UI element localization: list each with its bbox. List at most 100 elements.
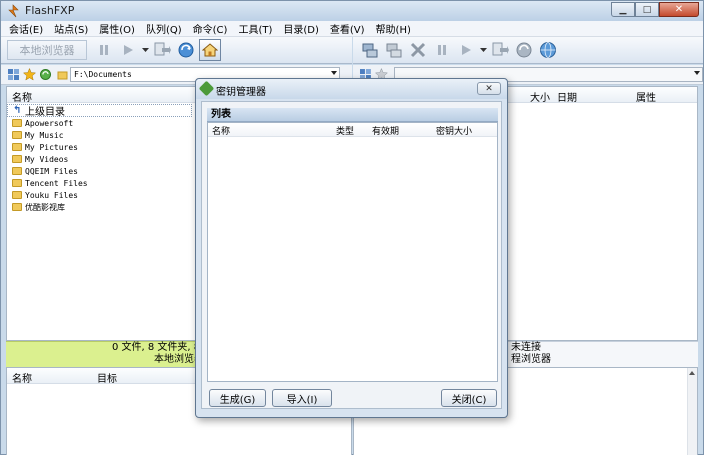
dialog-close-button[interactable]: ✕	[477, 82, 501, 95]
disconnect-button[interactable]	[383, 39, 405, 61]
column-size[interactable]: 大小	[530, 89, 550, 104]
close-window-button[interactable]: ✕	[659, 2, 699, 17]
chevron-down-icon[interactable]	[331, 71, 337, 75]
column-validity[interactable]: 有效期	[372, 124, 399, 137]
abort-button[interactable]	[407, 39, 429, 61]
pause-icon	[100, 45, 108, 55]
menu-view[interactable]: 查看(V)	[330, 21, 365, 36]
menu-commands[interactable]: 命令(C)	[193, 21, 228, 36]
transfer-button[interactable]	[151, 39, 173, 61]
menu-bar: 会话(E) 站点(S) 属性(O) 队列(Q) 命令(C) 工具(T) 目录(D…	[1, 21, 703, 37]
folder-icon	[12, 191, 22, 199]
globe-icon	[540, 42, 556, 58]
column-name[interactable]: 名称	[12, 370, 32, 385]
menu-session[interactable]: 会话(E)	[9, 21, 43, 36]
file-name: Tencent Files	[25, 178, 88, 188]
favorites-star-icon[interactable]	[23, 68, 36, 81]
refresh-icon[interactable]	[39, 68, 52, 81]
pause-button[interactable]	[93, 39, 115, 61]
connect-button[interactable]	[359, 39, 381, 61]
menu-tools[interactable]: 工具(T)	[238, 21, 272, 36]
minimize-button[interactable]: ▁	[611, 2, 635, 17]
folder-icon	[12, 143, 22, 151]
column-type[interactable]: 类型	[336, 124, 354, 137]
chevron-down-icon	[479, 47, 487, 52]
menu-directory[interactable]: 目录(D)	[283, 21, 319, 36]
chevron-down-icon	[141, 47, 149, 52]
chevron-up-icon[interactable]	[689, 371, 695, 375]
minimize-icon: ▁	[619, 4, 627, 15]
list-item[interactable]: ↰ 上级目录	[7, 104, 192, 118]
generate-button[interactable]: 生成(G)	[209, 389, 266, 407]
folder-icon	[12, 131, 22, 139]
remote-pause-button[interactable]	[431, 39, 453, 61]
key-icon	[198, 80, 215, 97]
menu-sites[interactable]: 站点(S)	[54, 21, 88, 36]
chevron-down-icon[interactable]	[694, 71, 701, 75]
transfer-icon	[154, 42, 171, 56]
folder-icon	[57, 71, 68, 80]
dialog-title: 密钥管理器	[216, 87, 266, 98]
local-toolbar: 本地浏览器	[1, 37, 352, 64]
column-name[interactable]: 名称	[212, 124, 230, 137]
maximize-icon: □	[642, 4, 652, 15]
remote-refresh-button[interactable]	[513, 39, 535, 61]
refresh-icon	[178, 42, 194, 58]
refresh-button[interactable]	[175, 39, 197, 61]
folder-icon	[12, 203, 22, 211]
file-name: My Pictures	[25, 142, 78, 152]
transfer-icon	[492, 42, 509, 56]
folder-icon	[12, 155, 22, 163]
remote-home-button[interactable]	[537, 39, 559, 61]
up-folder-icon: ↰	[13, 104, 22, 116]
refresh-icon	[516, 42, 532, 58]
key-list-header: 名称 类型 有效期 密钥大小	[208, 123, 497, 137]
local-path-text: F:\Documents	[74, 70, 132, 79]
column-attributes[interactable]: 属性	[636, 89, 656, 104]
disconnect-icon	[386, 43, 402, 58]
remote-play-button[interactable]	[455, 39, 477, 61]
menu-queue[interactable]: 队列(Q)	[146, 21, 182, 36]
remote-transfer-button[interactable]	[489, 39, 511, 61]
window-controls: ▁ □ ✕	[611, 2, 699, 17]
play-icon	[462, 45, 471, 55]
import-button[interactable]: 导入(I)	[272, 389, 332, 407]
menu-options[interactable]: 属性(O)	[99, 21, 135, 36]
flashfxp-logo-icon	[8, 4, 19, 18]
file-name: My Music	[25, 130, 64, 140]
local-browser-button[interactable]: 本地浏览器	[7, 40, 87, 60]
dialog-title-bar[interactable]: 密钥管理器 ✕	[196, 79, 507, 99]
file-name: Youku Files	[25, 190, 78, 200]
menu-help[interactable]: 帮助(H)	[376, 21, 411, 36]
title-bar[interactable]: FlashFXP ▁ □ ✕	[1, 1, 703, 21]
pause-icon	[438, 45, 446, 55]
play-button[interactable]	[117, 39, 139, 61]
column-target[interactable]: 目标	[97, 370, 117, 385]
maximize-button[interactable]: □	[635, 2, 659, 17]
remote-play-dropdown-button[interactable]	[479, 39, 487, 61]
view-options-icon[interactable]	[7, 68, 20, 81]
app-window: FlashFXP ▁ □ ✕ 会话(E) 站点(S) 属性(O) 队列(Q) 命…	[0, 0, 704, 455]
window-title: FlashFXP	[25, 4, 75, 17]
list-group-title: 列表	[207, 108, 498, 122]
connect-icon	[362, 43, 378, 58]
close-icon	[410, 42, 426, 58]
folder-icon	[12, 167, 22, 175]
file-name: 优酷影视库	[25, 202, 65, 212]
home-icon	[202, 43, 218, 57]
file-name: QQEIM Files	[25, 166, 78, 176]
scrollbar[interactable]	[687, 368, 697, 455]
key-manager-dialog: 密钥管理器 ✕ 列表 名称 类型 有效期 密钥大小 生成(G) 导入(I) 关闭…	[195, 78, 508, 418]
remote-toolbar	[353, 37, 703, 64]
home-button[interactable]	[199, 39, 221, 61]
play-icon	[124, 45, 133, 55]
column-name[interactable]: 名称	[12, 89, 32, 104]
close-button[interactable]: 关闭(C)	[441, 389, 497, 407]
dialog-body: 列表 名称 类型 有效期 密钥大小 生成(G) 导入(I) 关闭(C)	[201, 101, 502, 409]
close-icon: ✕	[485, 83, 493, 94]
folder-icon	[12, 179, 22, 187]
column-key-size[interactable]: 密钥大小	[436, 124, 472, 137]
key-list[interactable]: 名称 类型 有效期 密钥大小	[207, 122, 498, 382]
column-date[interactable]: 日期	[557, 89, 577, 104]
play-dropdown-button[interactable]	[141, 39, 149, 61]
